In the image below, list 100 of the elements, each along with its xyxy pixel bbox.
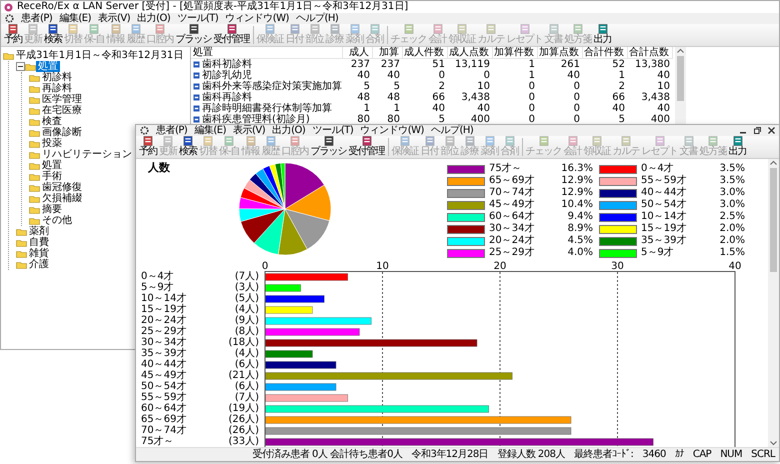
toolbar-button[interactable]: 出力 [592, 24, 613, 46]
tree-item[interactable]: 処置 [40, 160, 64, 171]
table-cell-text: 2 [438, 81, 446, 92]
window-title: ReceRo/Ex α LAN Server [受付] - [処置頻度表-平成31年1月1日～令和3年12月31日] [17, 1, 408, 12]
table-cell-text: 5 [362, 81, 371, 92]
folder-icon [29, 162, 40, 170]
legend-label: 5～9才 [641, 247, 675, 259]
document-icon [264, 136, 277, 146]
menu-item[interactable]: 出力(O) [272, 125, 306, 136]
tree-item[interactable]: 薬剤 [27, 226, 51, 237]
table-cell-text: 237 [380, 59, 401, 70]
menu-item[interactable]: 患者(P) [156, 125, 188, 136]
toolbar-button[interactable]: 受付管理 [348, 136, 386, 158]
legend-value: 3.0% [718, 187, 746, 199]
bar [265, 295, 324, 303]
status-text: 3460 [642, 448, 666, 461]
legend-label: 45～49才 [489, 199, 536, 210]
document-icon [328, 24, 341, 34]
axis-tick-label: 40 [728, 261, 742, 272]
legend-swatch [599, 236, 637, 246]
menu-item[interactable]: 編集(E) [59, 13, 91, 24]
document-icon [572, 24, 584, 34]
toolbar-button[interactable]: 検索 [43, 24, 63, 46]
column-header[interactable]: 合計点数 [628, 47, 673, 59]
menu-item[interactable]: ツール(T) [312, 125, 354, 136]
menu-item[interactable]: 表示(V) [232, 125, 266, 136]
tree-item[interactable]: 介護 [27, 259, 51, 270]
tree-item[interactable]: 手術 [40, 171, 64, 182]
document-icon [244, 136, 257, 146]
tree-item[interactable]: 摘要 [40, 204, 64, 215]
document-icon [504, 136, 516, 146]
scrollbar-thumb[interactable] [770, 168, 777, 272]
document-icon [402, 24, 415, 34]
value-label: (21人) [227, 370, 260, 381]
folder-icon [29, 184, 40, 192]
toolbar-button[interactable]: 出力 [728, 136, 748, 158]
column-header[interactable]: 成人点数 [448, 47, 493, 59]
toolbar-button[interactable]: 予約 [138, 136, 158, 158]
menu-item[interactable]: 編集(E) [194, 125, 226, 136]
value-label: (4人) [234, 304, 260, 315]
tree-item[interactable]: 自費 [27, 237, 51, 248]
legend-swatch [599, 212, 637, 222]
column-header[interactable]: 成人 [343, 47, 373, 59]
tree-item[interactable]: 初診料 [40, 72, 74, 83]
column-header[interactable]: 加算 [373, 47, 403, 59]
document-icon [226, 24, 238, 34]
menu-item[interactable]: 表示(V) [98, 13, 130, 24]
document-icon [308, 24, 321, 34]
tree-item[interactable]: 検査 [40, 116, 64, 127]
category-label: 10～14才 [141, 293, 188, 304]
table-cell-text: 5 [618, 114, 626, 125]
toolbar-button[interactable]: ブラッシ [310, 136, 348, 158]
menu-item[interactable]: ヘルプ(H) [296, 13, 338, 24]
category-label: 30～34才 [141, 337, 188, 348]
menu-item[interactable]: ウィンドウ(W) [225, 13, 289, 24]
tree-item[interactable]: 医学管理 [40, 94, 84, 105]
tree-item[interactable]: 処置 [36, 61, 60, 72]
tree-item[interactable]: 平成31年1月1日～令和3年12月31日 [14, 50, 186, 61]
tree-item[interactable]: 欠損補綴 [40, 193, 84, 204]
toolbar-button[interactable]: 予約 [3, 24, 23, 46]
column-header[interactable]: 合計件数 [583, 47, 628, 59]
column-header[interactable]: 加算件数 [493, 47, 538, 59]
toolbar-button[interactable]: 検索 [178, 136, 198, 158]
category-label: 35～39才 [141, 348, 188, 359]
tree-item[interactable]: 歯冠修復 [40, 182, 84, 193]
column-header[interactable]: 成人件数 [403, 47, 448, 59]
menu-item[interactable]: 患者(P) [21, 13, 52, 24]
category-label: 65～69才 [141, 414, 188, 425]
menu-item[interactable]: ヘルプ(H) [430, 125, 474, 136]
tree-item[interactable]: 画像診断 [40, 127, 84, 138]
tree-item[interactable]: 在宅医療 [40, 105, 84, 116]
tree-item[interactable]: その他 [40, 215, 74, 226]
status-text: SCRL [751, 448, 775, 461]
legend-swatch [599, 164, 637, 174]
folder-icon [29, 216, 40, 224]
scrollbar-thumb[interactable] [677, 56, 684, 101]
folder-icon [25, 62, 36, 70]
menu-item[interactable]: ウィンドウ(W) [360, 125, 424, 136]
folder-icon [29, 128, 40, 136]
document-icon [464, 136, 476, 146]
category-label: 70～74才 [141, 425, 188, 436]
table-cell: 歯科外来等感染症対策実施加算 [202, 81, 342, 92]
bar [265, 306, 313, 314]
legend-label: 0～4才 [641, 163, 675, 175]
menu-item[interactable]: 出力(O) [137, 13, 170, 24]
column-header[interactable]: 加算点数 [538, 47, 583, 59]
tree-item[interactable]: 再診料 [40, 83, 74, 94]
toolbar-button[interactable]: ブラッシ [174, 24, 213, 46]
document-icon [67, 24, 79, 34]
scroll-up-icon [770, 160, 777, 165]
tree-item[interactable]: 投薬 [40, 138, 64, 149]
document-icon [202, 136, 214, 146]
column-header[interactable]: 処置 [191, 47, 343, 59]
table-cell-text: 261 [560, 59, 581, 70]
menu-item[interactable]: ツール(T) [177, 13, 218, 24]
tree-item[interactable]: リハビリテーション [40, 149, 134, 160]
toolbar-button[interactable]: 受付管理 [212, 24, 251, 46]
document-icon [130, 24, 142, 34]
table-cell-text: 66 [611, 92, 626, 103]
tree-item[interactable]: 雑貨 [27, 248, 51, 259]
